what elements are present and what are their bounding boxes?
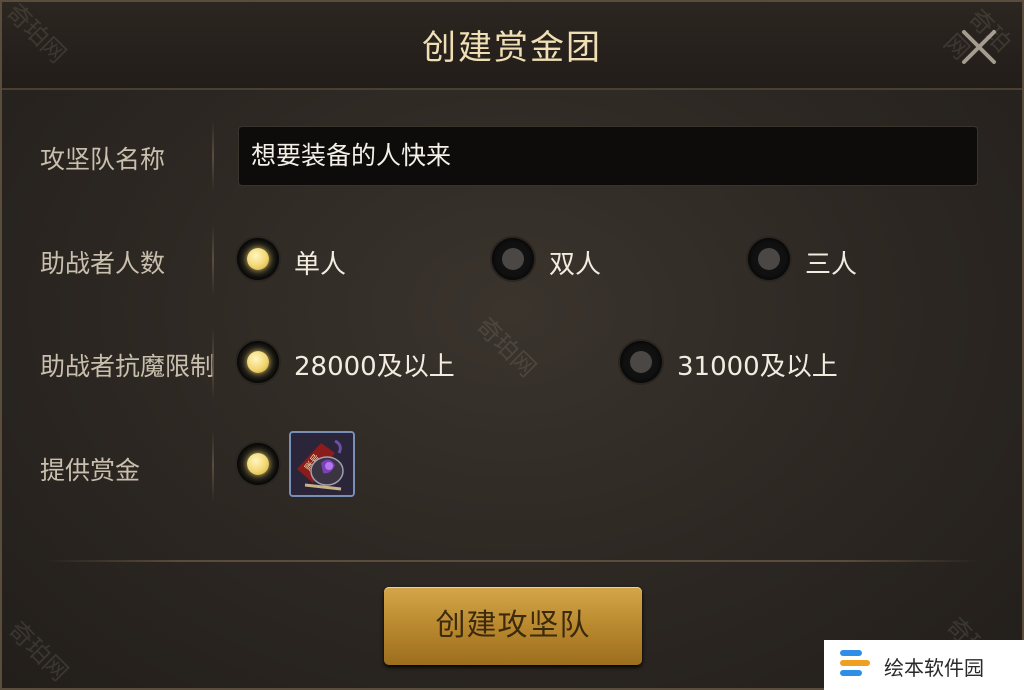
radio-dot <box>630 351 652 373</box>
footer-divider <box>42 560 982 562</box>
brand-logo-icon <box>838 648 878 682</box>
row-divider <box>212 120 214 192</box>
resist-limit-label: 助战者抗魔限制 <box>40 352 216 381</box>
helpers-count-label: 助战者人数 <box>40 249 166 278</box>
helpers-double-label[interactable]: 双人 <box>549 244 601 281</box>
helpers-triple-label[interactable]: 三人 <box>805 244 857 281</box>
contract-scroll-icon[interactable]: 账号 <box>289 431 355 497</box>
brand-text: 绘本软件园 <box>884 656 984 680</box>
watermark: 奇珀网 <box>470 311 542 383</box>
bounty-label: 提供赏金 <box>40 456 141 485</box>
radio-selected-dot <box>247 351 269 373</box>
row-divider <box>212 224 214 296</box>
row-divider <box>212 328 214 400</box>
helpers-double-radio[interactable] <box>492 238 534 280</box>
resist-28000-radio[interactable] <box>237 341 279 383</box>
radio-dot <box>758 248 780 270</box>
helpers-single-label[interactable]: 单人 <box>294 244 346 281</box>
helpers-single-radio[interactable] <box>237 238 279 280</box>
watermark: 奇珀网 <box>2 615 74 687</box>
create-bounty-dialog: 创建赏金团 攻坚队名称 想要装备的人快来 助战者人数 单人 双人 三人 助战者抗… <box>0 0 1024 690</box>
team-name-label: 攻坚队名称 <box>40 145 166 174</box>
radio-dot <box>502 248 524 270</box>
team-name-input[interactable]: 想要装备的人快来 <box>238 126 978 186</box>
row-divider <box>212 430 214 502</box>
dialog-title-bar: 创建赏金团 <box>2 2 1022 90</box>
create-team-button[interactable]: 创建攻坚队 <box>384 587 642 665</box>
resist-31000-label[interactable]: 31000及以上 <box>677 346 838 383</box>
resist-28000-label[interactable]: 28000及以上 <box>294 346 455 383</box>
resist-31000-radio[interactable] <box>620 341 662 383</box>
brand-badge: 绘本软件园 <box>824 640 1024 690</box>
dialog-title: 创建赏金团 <box>422 28 602 68</box>
bounty-radio[interactable] <box>237 443 279 485</box>
helpers-triple-radio[interactable] <box>748 238 790 280</box>
radio-selected-dot <box>247 248 269 270</box>
radio-selected-dot <box>247 453 269 475</box>
